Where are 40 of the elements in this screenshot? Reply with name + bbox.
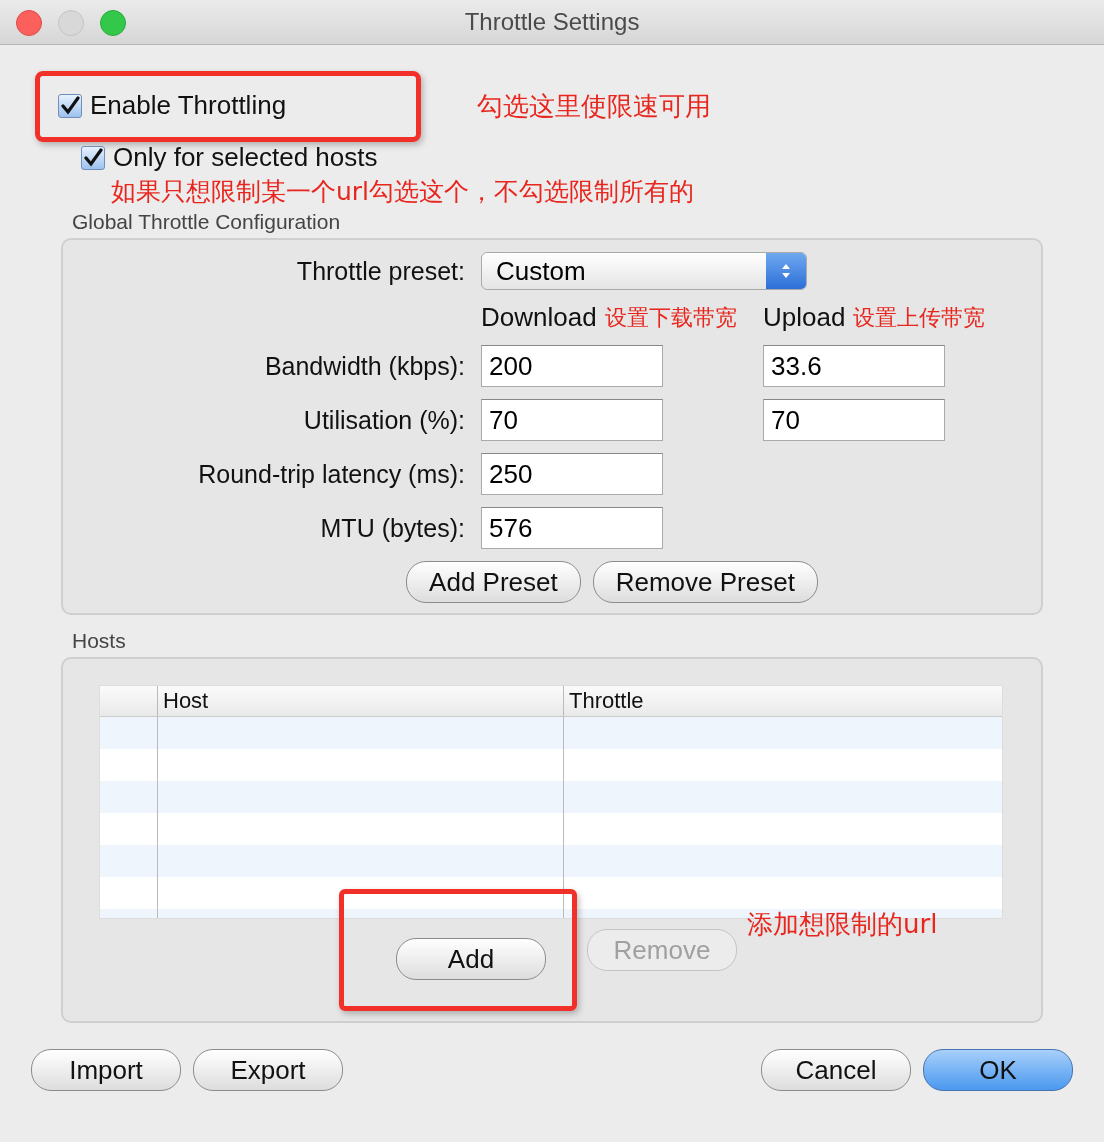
input-field[interactable]: 250 <box>481 453 663 495</box>
checkbox-label: Only for selected hosts <box>113 142 378 173</box>
input-field[interactable]: 200 <box>481 345 663 387</box>
section-title: Global Throttle Configuration <box>72 210 342 234</box>
button[interactable]: Add Preset <box>406 561 581 603</box>
checkbox[interactable] <box>58 93 82 118</box>
field-label: Throttle preset: <box>295 256 465 286</box>
field-label: Bandwidth (kbps): <box>263 351 465 381</box>
button[interactable]: Cancel <box>761 1049 911 1091</box>
field-label: Round-trip latency (ms): <box>197 459 465 489</box>
button[interactable]: Export <box>193 1049 343 1091</box>
button[interactable]: Add <box>396 938 546 980</box>
annotation-text: 如果只想限制某一个url勾选这个，不勾选限制所有的 <box>111 176 696 208</box>
minimize-button[interactable] <box>58 10 84 36</box>
column-header: Download <box>481 302 597 333</box>
preset-dropdown[interactable]: Custom <box>481 252 807 290</box>
checkbox-label: Enable Throttling <box>90 90 287 121</box>
column-header: Upload <box>763 302 846 333</box>
button[interactable]: OK <box>923 1049 1073 1091</box>
button[interactable]: Remove Preset <box>592 561 818 603</box>
input-field[interactable]: 70 <box>481 399 663 441</box>
annotation-text: 设置下载带宽 <box>604 303 737 332</box>
column-header: Host <box>158 686 564 716</box>
input-field[interactable]: 70 <box>763 399 945 441</box>
section-title: Hosts <box>72 629 127 653</box>
checkbox[interactable] <box>81 145 105 170</box>
annotation-text: 勾选这里使限速可用 <box>477 90 712 123</box>
input-field[interactable]: 576 <box>481 507 663 549</box>
dropdown-value: Custom <box>496 255 586 287</box>
field-label: Utilisation (%): <box>302 405 465 435</box>
annotation-text: 添加想限制的url <box>747 908 938 941</box>
button[interactable]: Import <box>31 1049 181 1091</box>
stepper-arrows-icon <box>766 253 806 289</box>
input-field[interactable]: 33.6 <box>763 345 945 387</box>
close-button[interactable] <box>16 10 42 36</box>
window-title: Throttle Settings <box>464 8 640 36</box>
field-label: MTU (bytes): <box>319 513 465 543</box>
annotation-text: 设置上传带宽 <box>853 303 986 332</box>
zoom-button[interactable] <box>100 10 126 36</box>
column-header: Throttle <box>568 687 645 715</box>
